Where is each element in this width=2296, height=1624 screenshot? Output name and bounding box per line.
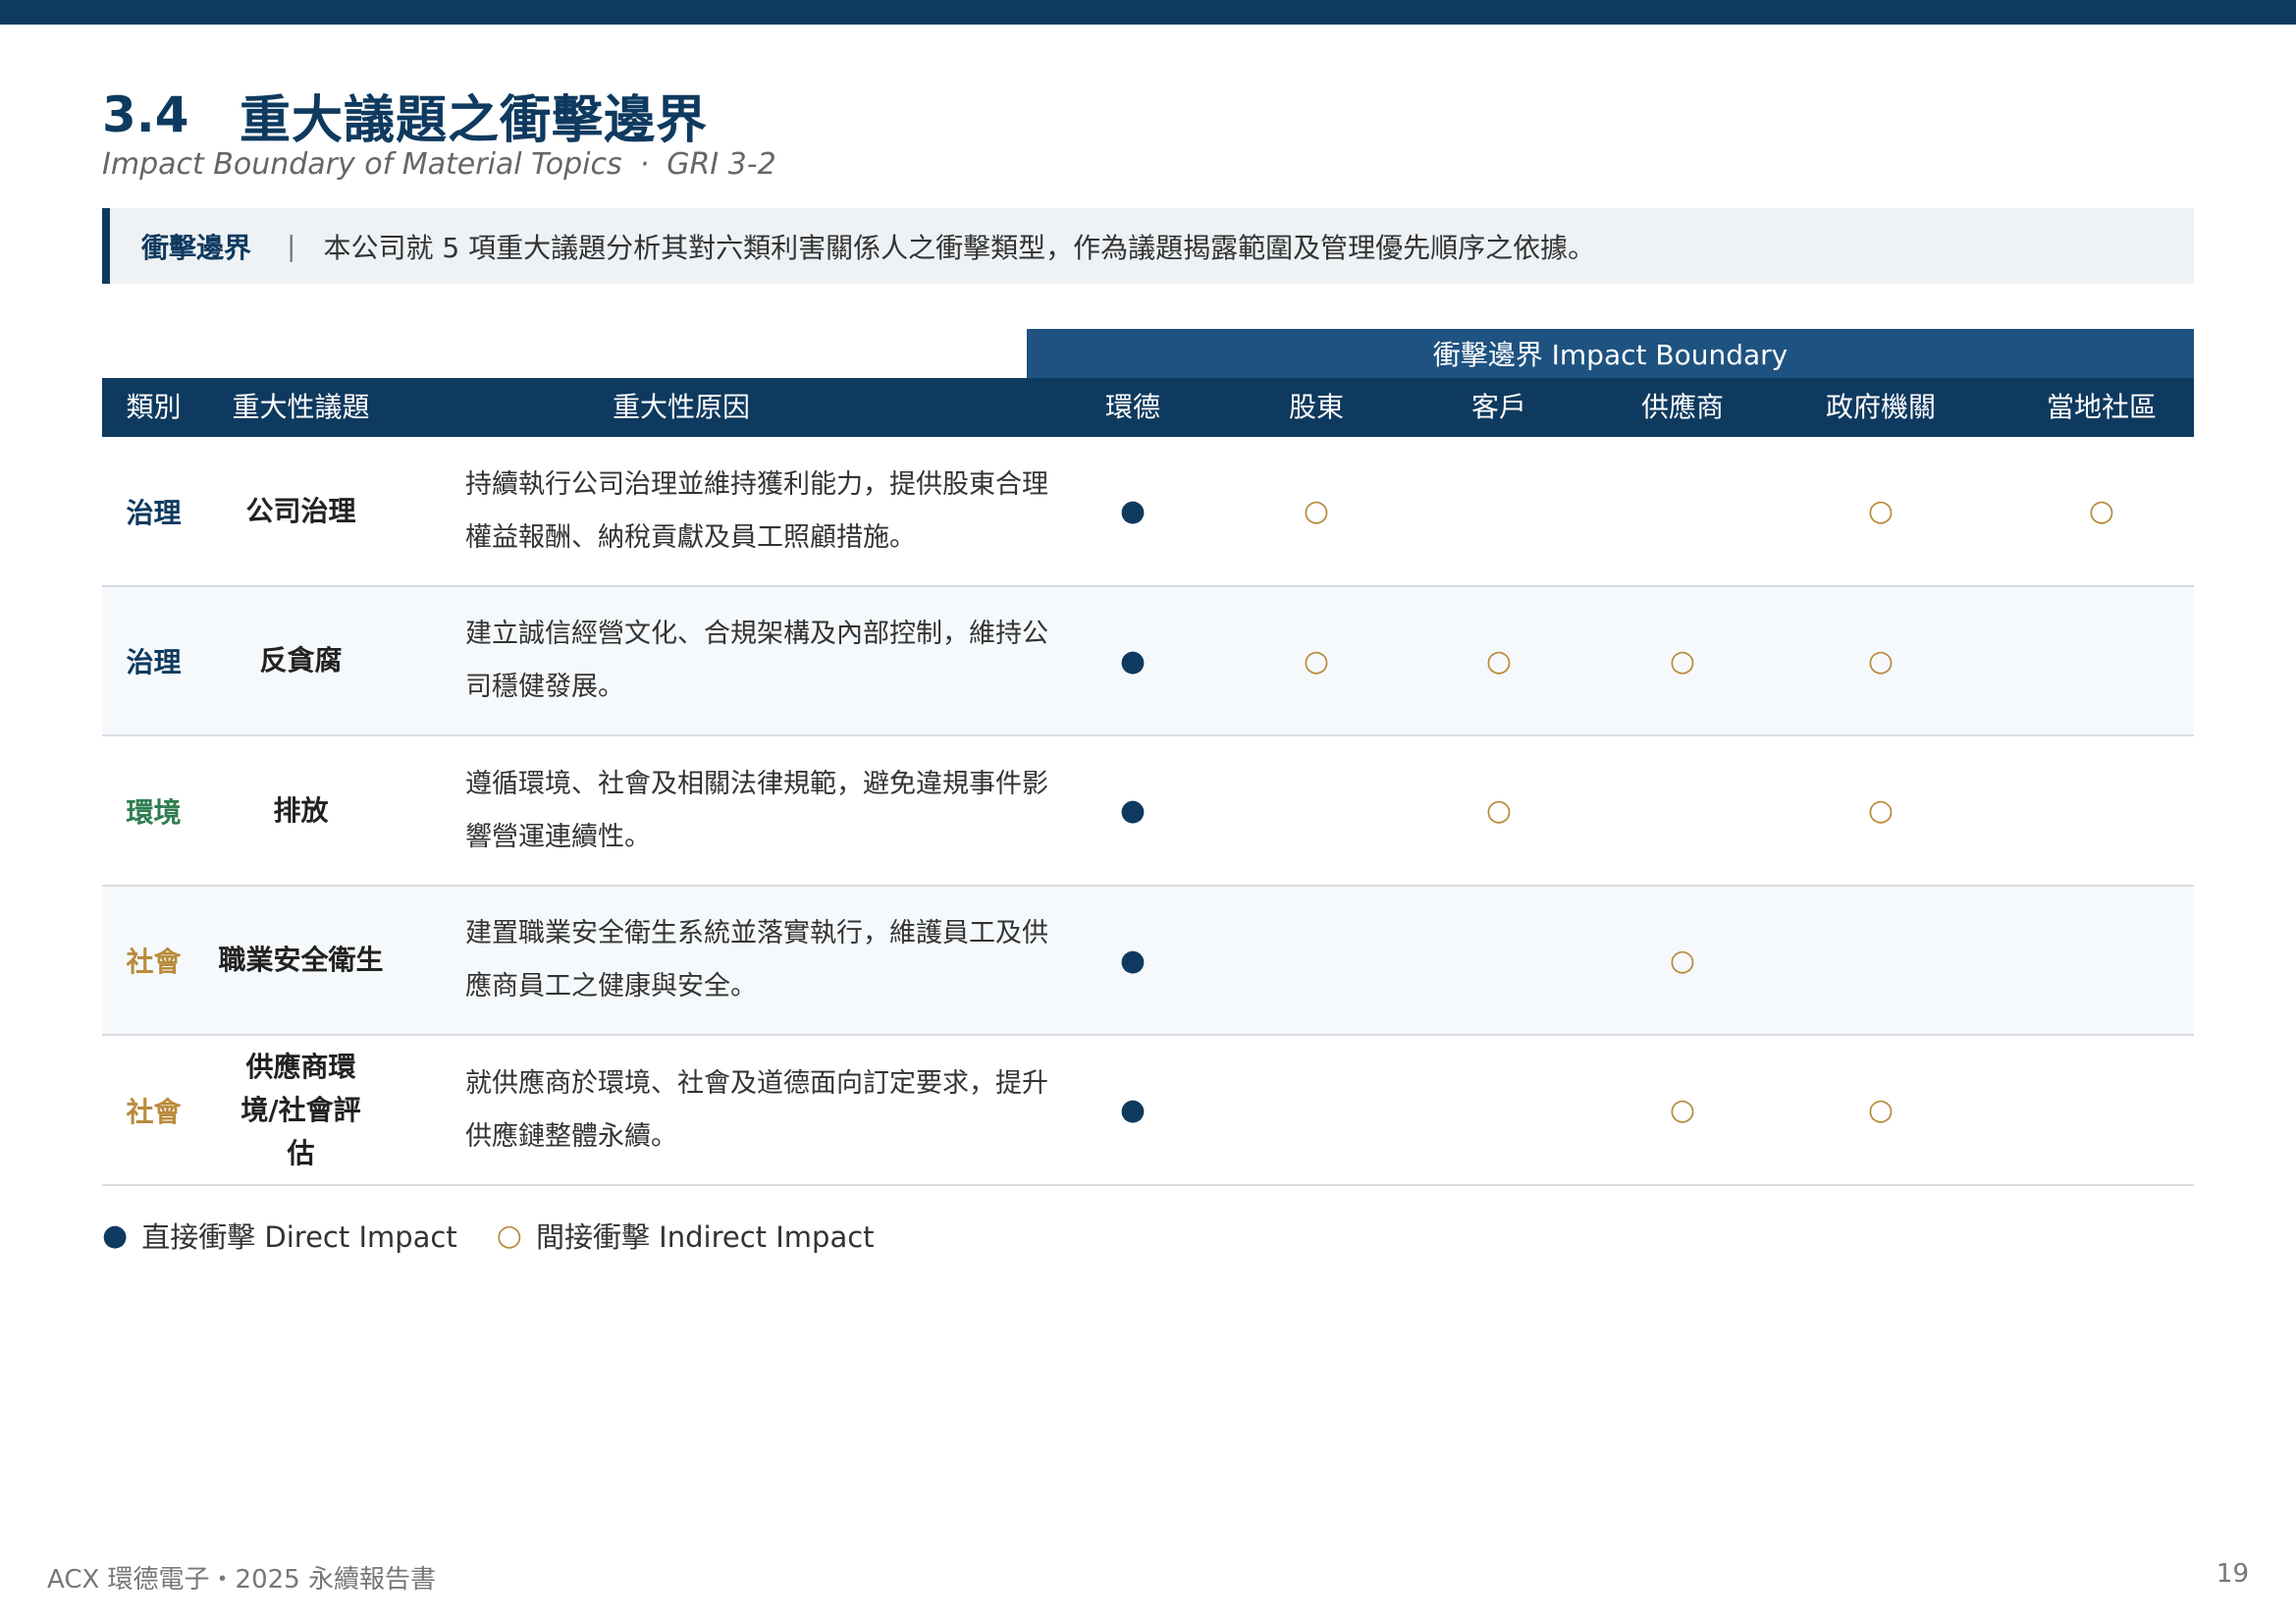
impact-mark-community	[2013, 887, 2190, 1034]
impact-mark-customers	[1425, 1036, 1573, 1184]
impact-mark-customers: ○	[1485, 643, 1513, 678]
legend-direct-label: 直接衝擊 Direct Impact	[141, 1220, 457, 1254]
row-reason: 就供應商於環境、社會及道德面向訂定要求，提升供應鏈整體永續。	[465, 1067, 1048, 1152]
table-row: 社會 職業安全衛生 建置職業安全衛生系統並落實執行，維護員工及供應商員工之健康與…	[102, 887, 2194, 1036]
intro-callout: 衝擊邊界 | 本公司就 5 項重大議題分析其對六類利害關係人之衝擊類型，作為議題…	[102, 208, 2194, 284]
row-reason: 建立誠信經營文化、合規架構及內部控制，維持公司穩健發展。	[465, 619, 1048, 702]
table-row: 環境 排放 遵循環境、社會及相關法律規範，避免違規事件影響營運連續性。 ● ○ …	[102, 736, 2194, 887]
impact-mark-customers	[1425, 437, 1573, 585]
impact-mark-acx: ●	[1119, 1093, 1147, 1127]
impact-mark-customers: ○	[1485, 793, 1513, 828]
impact-mark-community: ○	[2088, 494, 2115, 528]
top-accent-bar	[0, 0, 2296, 25]
impact-mark-community	[2013, 587, 2190, 734]
header-shareholders: 股東	[1288, 391, 1344, 423]
section-name: 重大議題之衝擊邊界	[240, 90, 709, 150]
row-category: 治理	[126, 646, 182, 678]
header-reason: 重大性原因	[612, 391, 750, 423]
row-category: 治理	[126, 496, 182, 529]
impact-mark-government: ○	[1867, 643, 1895, 678]
subtitle-separator: ·	[639, 147, 650, 182]
table-row: 治理 反貪腐 建立誠信經營文化、合規架構及內部控制，維持公司穩健發展。 ● ○ …	[102, 587, 2194, 736]
header-category: 類別	[126, 391, 182, 423]
impact-mark-government	[1792, 887, 1969, 1034]
row-category: 社會	[126, 1095, 182, 1128]
impact-mark-customers	[1425, 887, 1573, 1034]
impact-mark-shareholders	[1243, 1036, 1390, 1184]
impact-mark-suppliers: ○	[1669, 943, 1696, 978]
impact-mark-suppliers	[1609, 437, 1756, 585]
row-reason: 遵循環境、社會及相關法律規範，避免違規事件影響營運連續性。	[465, 768, 1048, 852]
header-customers: 客戶	[1470, 391, 1526, 423]
legend: ● 直接衝擊 Direct Impact ○ 間接衝擊 Indirect Imp…	[102, 1213, 875, 1258]
impact-mark-suppliers: ○	[1669, 1093, 1696, 1127]
row-reason: 建置職業安全衛生系統並落實執行，維護員工及供應商員工之健康與安全。	[465, 918, 1048, 1001]
indirect-impact-icon: ○	[496, 1218, 522, 1253]
impact-mark-government: ○	[1867, 1093, 1895, 1127]
section-number: 3.4	[102, 86, 189, 143]
footer-report-title: ACX 環德電子・2025 永續報告書	[47, 1565, 436, 1595]
table-row: 治理 公司治理 持續執行公司治理並維持獲利能力，提供股東合理權益報酬、納稅貢獻及…	[102, 437, 2194, 587]
row-topic: 供應商環境/社會評估	[240, 1050, 361, 1169]
subtitle-text: Impact Boundary of Material Topics	[102, 147, 622, 182]
table-row: 社會 供應商環境/社會評估 就供應商於環境、社會及道德面向訂定要求，提升供應鏈整…	[102, 1036, 2194, 1186]
header-acx: 環德	[1104, 391, 1160, 423]
row-topic: 職業安全衛生	[218, 944, 384, 976]
impact-mark-acx: ●	[1119, 943, 1147, 978]
row-topic: 公司治理	[245, 494, 356, 527]
section-subtitle: Impact Boundary of Material Topics · GRI 3…	[102, 147, 776, 182]
section-title: 3.4 重大議題之衝擊邊界	[102, 81, 709, 150]
impact-mark-shareholders	[1243, 887, 1390, 1034]
impact-mark-community	[2013, 736, 2190, 885]
header-government: 政府機關	[1825, 391, 1936, 423]
header-suppliers: 供應商	[1640, 391, 1724, 423]
impact-mark-shareholders	[1243, 736, 1390, 885]
row-category: 社會	[126, 946, 182, 978]
row-reason: 持續執行公司治理並維持獲利能力，提供股東合理權益報酬、納稅貢獻及員工照顧措施。	[465, 468, 1048, 553]
row-topic: 反貪腐	[259, 644, 343, 677]
impact-boundary-header: 衝擊邊界 Impact Boundary	[1027, 329, 2194, 378]
legend-indirect-label: 間接衝擊 Indirect Impact	[535, 1220, 875, 1254]
gri-reference: GRI 3-2	[667, 147, 776, 182]
impact-mark-acx: ●	[1119, 793, 1147, 828]
table-header: 類別 重大性議題 重大性原因 環德 股東 客戶 供應商 政府機關 當地社區	[102, 378, 2194, 437]
page-number: 19	[2216, 1559, 2249, 1589]
impact-mark-community	[2013, 1036, 2190, 1184]
callout-label: 衝擊邊界	[141, 231, 252, 264]
callout-separator: |	[287, 230, 296, 262]
impact-mark-acx: ●	[1119, 643, 1147, 678]
header-community: 當地社區	[2046, 391, 2157, 423]
impact-mark-government: ○	[1867, 494, 1895, 528]
direct-impact-icon: ●	[102, 1218, 129, 1253]
row-topic: 排放	[273, 793, 329, 827]
impact-mark-shareholders: ○	[1303, 643, 1330, 678]
impact-mark-acx: ●	[1119, 494, 1147, 528]
callout-text: 本公司就 5 項重大議題分析其對六類利害關係人之衝擊類型，作為議題揭露範圍及管理…	[323, 231, 1596, 264]
row-category: 環境	[126, 795, 182, 829]
impact-mark-suppliers	[1609, 736, 1756, 885]
impact-mark-shareholders: ○	[1303, 494, 1330, 528]
impact-mark-government: ○	[1867, 793, 1895, 828]
header-topic: 重大性議題	[232, 391, 370, 423]
impact-mark-suppliers: ○	[1669, 643, 1696, 678]
